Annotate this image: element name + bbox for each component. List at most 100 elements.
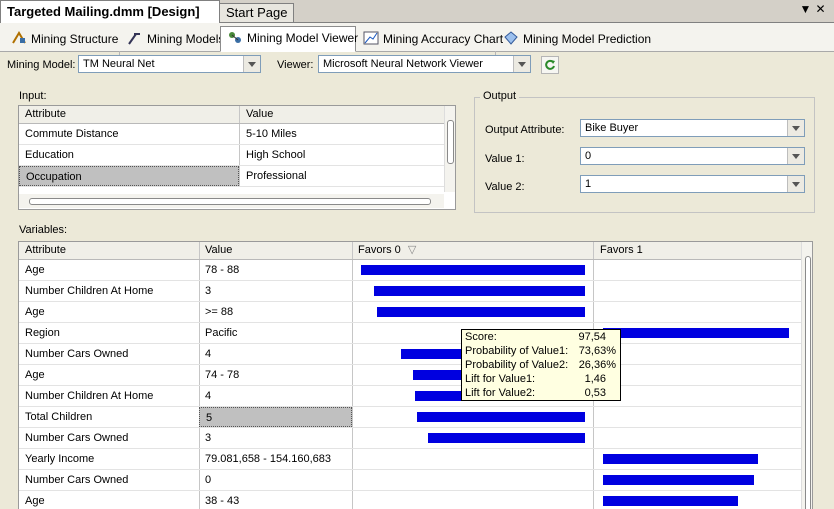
value-cell[interactable]: 78 - 88 (199, 260, 352, 280)
mining-model-label: Mining Model: (7, 59, 76, 71)
column-divider (352, 470, 353, 490)
input-horizontal-scrollbar[interactable] (19, 194, 444, 208)
column-header-attribute[interactable]: Attribute (19, 242, 199, 259)
attribute-cell[interactable]: Commute Distance (19, 124, 239, 144)
sort-descending-icon: ▽ (407, 244, 417, 256)
tab-mining-accuracy-chart[interactable]: Mining Accuracy Chart (356, 27, 503, 51)
table-row[interactable]: Occupation Professional (19, 166, 455, 187)
input-vertical-scrollbar[interactable] (444, 106, 455, 192)
attribute-cell[interactable]: Occupation (19, 166, 239, 186)
value-cell[interactable]: 3 (199, 428, 352, 448)
attribute-cell[interactable]: Number Cars Owned (19, 470, 199, 490)
document-tab-strip: Targeted Mailing.dmm [Design] Start Page… (0, 0, 834, 23)
viewer-select[interactable]: Microsoft Neural Network Viewer (318, 55, 531, 73)
value-cell[interactable]: 3 (199, 281, 352, 301)
refresh-button[interactable] (541, 56, 559, 74)
value-cell[interactable]: 0 (199, 470, 352, 490)
chevron-down-icon[interactable] (513, 56, 530, 72)
table-row[interactable]: Age 78 - 88 (19, 260, 812, 281)
column-header-value[interactable]: Value (199, 242, 352, 259)
tab-label: Mining Accuracy Chart (383, 32, 504, 46)
scroll-thumb[interactable] (805, 256, 811, 509)
value1-select[interactable]: 0 (580, 147, 805, 165)
attribute-cell[interactable]: Age (19, 260, 199, 280)
score-tooltip: Score: 97,54 Probability of Value1: 73,6… (461, 329, 621, 401)
value-cell[interactable]: Professional (240, 166, 443, 186)
attribute-cell[interactable]: Age (19, 491, 199, 509)
attribute-cell[interactable]: Total Children (19, 407, 199, 427)
chevron-down-icon[interactable] (787, 176, 804, 192)
mining-model-select[interactable]: TM Neural Net (78, 55, 261, 73)
chevron-down-icon[interactable]: ▼ (798, 2, 813, 16)
value-cell[interactable]: 38 - 43 (199, 491, 352, 509)
attribute-cell[interactable]: Yearly Income (19, 449, 199, 469)
attribute-cell[interactable]: Age (19, 365, 199, 385)
column-divider (239, 124, 240, 144)
table-row[interactable]: Number Cars Owned 0 (19, 470, 812, 491)
favors1-bar[interactable] (603, 328, 789, 338)
output-attribute-label: Output Attribute: (485, 124, 565, 136)
value-cell[interactable]: 79.081,658 - 154.160,683 (199, 449, 352, 469)
doc-tab-start-page[interactable]: Start Page (219, 3, 295, 22)
column-divider (352, 344, 353, 364)
output-attribute-select[interactable]: Bike Buyer (580, 119, 805, 137)
tab-mining-model-viewer[interactable]: Mining Model Viewer (220, 26, 358, 52)
attribute-cell[interactable]: Number Cars Owned (19, 344, 199, 364)
attribute-cell[interactable]: Age (19, 302, 199, 322)
favors1-bar[interactable] (603, 496, 738, 506)
table-row[interactable]: Commute Distance 5-10 Miles (19, 124, 455, 145)
value-cell[interactable]: >= 88 (199, 302, 352, 322)
favors0-bar[interactable] (361, 265, 585, 275)
favors0-bar[interactable] (374, 286, 585, 296)
close-icon[interactable]: ✕ (813, 2, 828, 16)
table-row[interactable]: Number Cars Owned 4 (19, 344, 812, 365)
attribute-cell[interactable]: Number Cars Owned (19, 428, 199, 448)
column-divider (352, 449, 353, 469)
column-header-value[interactable]: Value (240, 106, 440, 123)
value-cell[interactable]: 74 - 78 (199, 365, 352, 385)
favors1-bar[interactable] (603, 475, 754, 485)
chevron-down-icon[interactable] (787, 120, 804, 136)
favors0-bar[interactable] (377, 307, 585, 317)
value2-select[interactable]: 1 (580, 175, 805, 193)
attribute-cell[interactable]: Number Children At Home (19, 281, 199, 301)
output-title: Output (480, 90, 520, 102)
scroll-thumb[interactable] (447, 120, 454, 164)
column-header-favors1[interactable]: Favors 1 (594, 242, 794, 259)
column-divider (239, 145, 240, 165)
table-row[interactable]: Age 38 - 43 (19, 491, 812, 509)
chevron-down-icon[interactable] (243, 56, 260, 72)
value-cell[interactable]: High School (240, 145, 443, 165)
table-row[interactable]: Region Pacific (19, 323, 812, 344)
value-cell[interactable]: 5 (199, 407, 352, 427)
value-cell[interactable]: 4 (199, 344, 352, 364)
favors0-bar[interactable] (417, 412, 585, 422)
table-row[interactable]: Age 74 - 78 (19, 365, 812, 386)
table-row[interactable]: Total Children 5 (19, 407, 812, 428)
table-row[interactable]: Number Children At Home 3 (19, 281, 812, 302)
mining-model-value: TM Neural Net (83, 58, 155, 70)
table-row[interactable]: Number Cars Owned 3 (19, 428, 812, 449)
value-cell[interactable]: 4 (199, 386, 352, 406)
attribute-cell[interactable]: Education (19, 145, 239, 165)
favors1-bar[interactable] (603, 454, 758, 464)
value-cell[interactable]: Pacific (199, 323, 352, 343)
chevron-down-icon[interactable] (787, 148, 804, 164)
column-header-favors0[interactable]: Favors 0 ▽ (352, 242, 594, 259)
doc-tab-targeted-mailing[interactable]: Targeted Mailing.dmm [Design] (0, 0, 220, 23)
value-cell[interactable]: 5-10 Miles (240, 124, 443, 144)
variables-vertical-scrollbar[interactable] (801, 242, 812, 509)
favors0-bar[interactable] (428, 433, 585, 443)
attribute-cell[interactable]: Number Children At Home (19, 386, 199, 406)
table-row[interactable]: Education High School (19, 145, 455, 166)
table-row[interactable]: Number Children At Home 4 (19, 386, 812, 407)
attribute-cell[interactable]: Region (19, 323, 199, 343)
tab-mining-models[interactable]: Mining Models (120, 27, 224, 51)
tab-mining-structure[interactable]: Mining Structure (4, 27, 120, 51)
table-row[interactable]: Age >= 88 (19, 302, 812, 323)
table-row[interactable]: Yearly Income 79.081,658 - 154.160,683 (19, 449, 812, 470)
scroll-thumb[interactable] (29, 198, 431, 205)
mining-model-viewer-icon (227, 29, 243, 43)
column-header-attribute[interactable]: Attribute (19, 106, 239, 123)
tab-mining-model-prediction[interactable]: Mining Model Prediction (496, 27, 651, 51)
